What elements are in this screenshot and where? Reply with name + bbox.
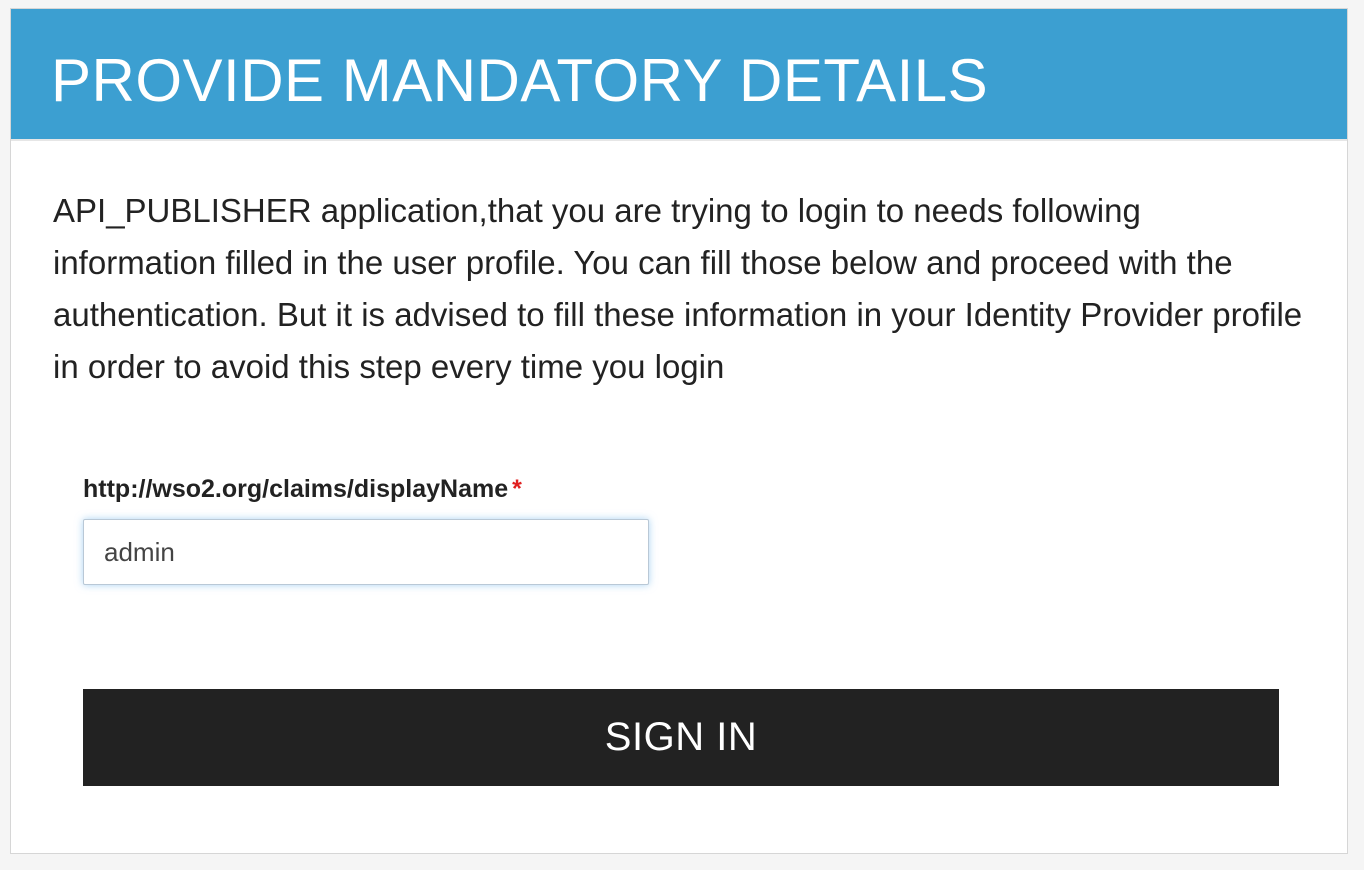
mandatory-details-panel: PROVIDE MANDATORY DETAILS API_PUBLISHER … [10, 8, 1348, 854]
display-name-input[interactable] [83, 519, 649, 585]
description-text: API_PUBLISHER application,that you are t… [53, 192, 1303, 385]
header-divider [11, 139, 1347, 141]
page-title: PROVIDE MANDATORY DETAILS [51, 47, 989, 114]
panel-header: PROVIDE MANDATORY DETAILS [11, 9, 1347, 139]
display-name-label-text: http://wso2.org/claims/displayName [83, 475, 509, 503]
required-asterisk: * [512, 475, 522, 503]
sign-in-button[interactable]: SIGN IN [83, 689, 1279, 786]
display-name-label: http://wso2.org/claims/displayName * [83, 473, 522, 505]
